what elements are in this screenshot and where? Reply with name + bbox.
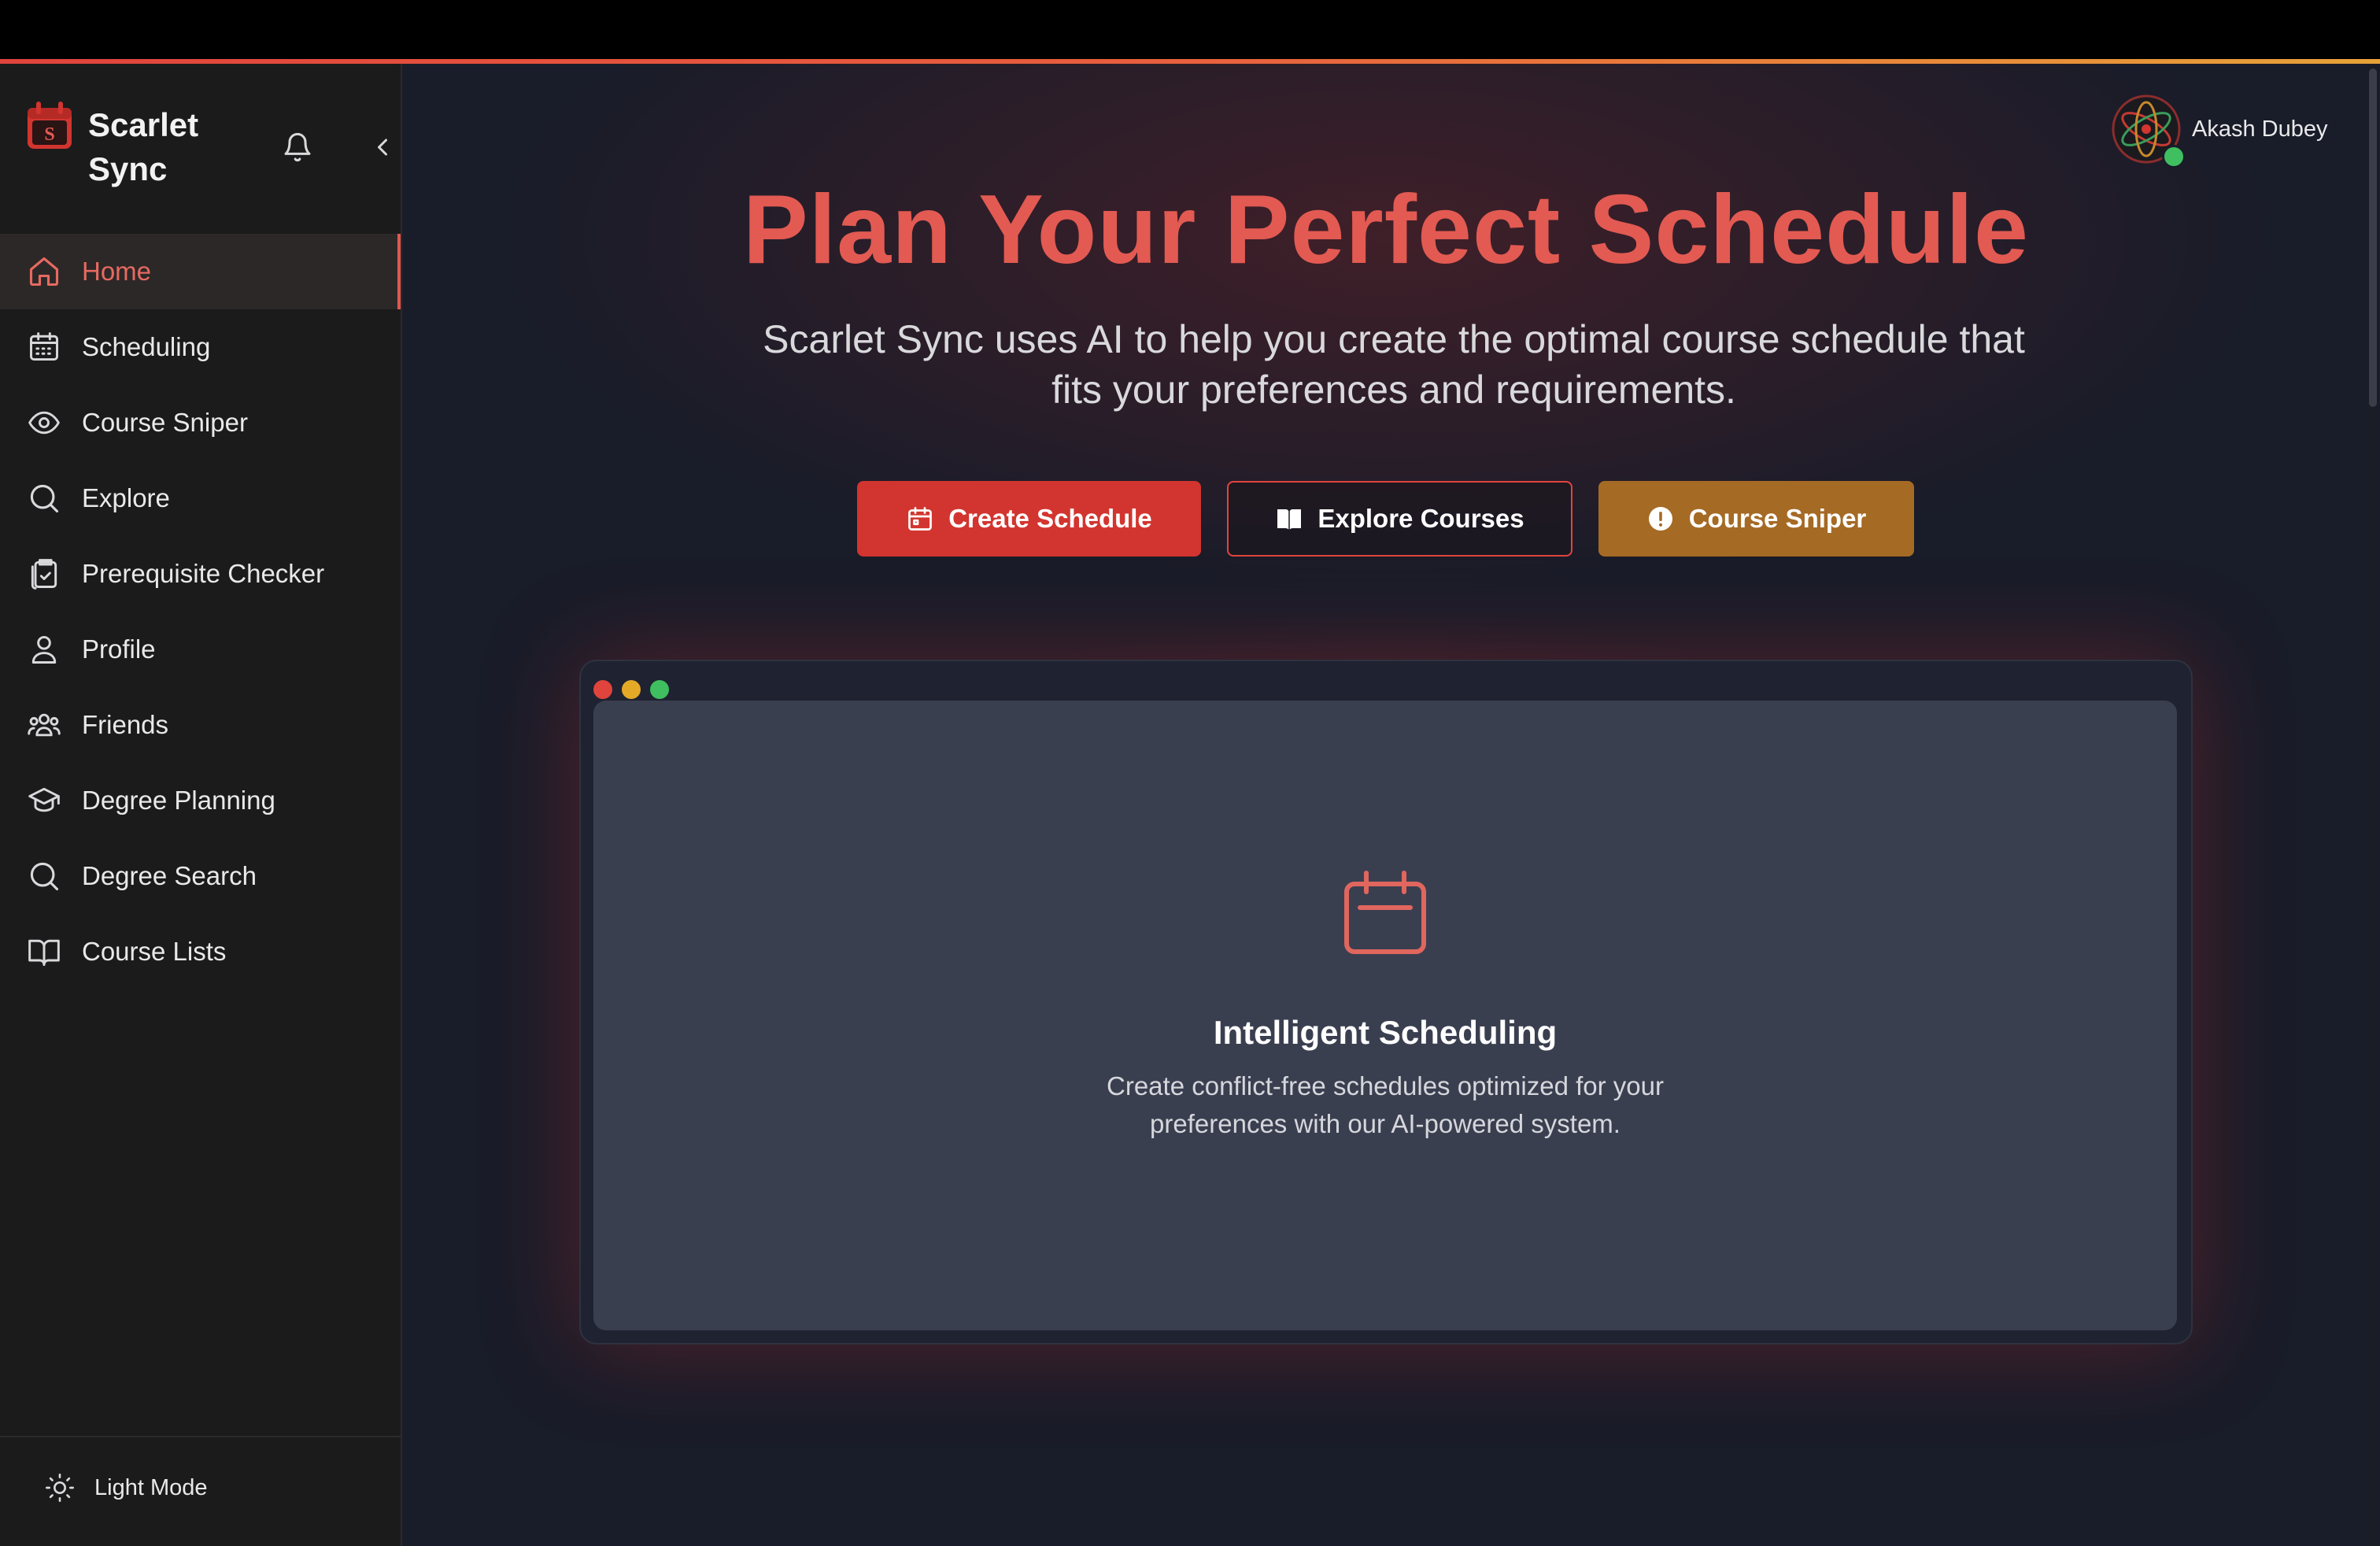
- window-minimize-dot: [622, 680, 641, 699]
- sidebar-item-scheduling[interactable]: Scheduling: [0, 309, 401, 385]
- online-status-dot: [2162, 145, 2186, 168]
- sidebar-item-prerequisite-checker[interactable]: Prerequisite Checker: [0, 536, 401, 612]
- explore-courses-button[interactable]: Explore Courses: [1227, 481, 1572, 557]
- hero-subtitle: Scarlet Sync uses AI to help you create …: [763, 317, 2025, 412]
- top-window-bar: [0, 0, 2380, 59]
- course-sniper-button[interactable]: Course Sniper: [1598, 481, 1914, 557]
- sidebar-item-home[interactable]: Home: [0, 234, 401, 309]
- explore-courses-label: Explore Courses: [1318, 504, 1524, 533]
- main-content: Akash Dubey Plan Your Perfect Schedule S…: [402, 64, 2380, 1546]
- scrollbar-thumb[interactable]: [2369, 68, 2377, 407]
- window-maximize-dot: [650, 680, 669, 699]
- search-icon: [27, 859, 61, 893]
- user-menu[interactable]: Akash Dubey: [2112, 94, 2328, 168]
- create-schedule-label: Create Schedule: [948, 504, 1152, 533]
- sidebar-item-label: Explore: [82, 483, 170, 512]
- app-name: Scarlet Sync: [88, 106, 199, 187]
- sidebar-item-degree-planning[interactable]: Degree Planning: [0, 763, 401, 838]
- window-close-dot: [593, 680, 612, 699]
- course-sniper-label: Course Sniper: [1688, 504, 1867, 533]
- home-icon: [27, 254, 61, 289]
- sidebar-item-profile[interactable]: Profile: [0, 612, 401, 687]
- sidebar-item-course-lists[interactable]: Course Lists: [0, 914, 401, 989]
- sidebar-item-friends[interactable]: Friends: [0, 687, 401, 763]
- book-open-icon: [27, 934, 61, 969]
- page-title: Plan Your Perfect Schedule: [743, 176, 2029, 284]
- scrollbar[interactable]: [2367, 64, 2378, 1546]
- notifications-button[interactable]: [275, 125, 320, 169]
- sidebar-item-label: Degree Search: [82, 861, 257, 890]
- feature-description: Create conflict-free schedules optimized…: [1107, 1071, 1664, 1138]
- calendar-icon: [27, 330, 61, 364]
- chevron-left-icon: [378, 139, 387, 156]
- sidebar-item-label: Degree Planning: [82, 786, 275, 815]
- avatar: [2112, 94, 2186, 168]
- sidebar-item-degree-search[interactable]: Degree Search: [0, 838, 401, 914]
- user-name: Akash Dubey: [2192, 116, 2328, 142]
- sidebar-item-label: Course Sniper: [82, 408, 248, 437]
- sidebar-item-label: Profile: [82, 634, 156, 664]
- collapse-sidebar-button[interactable]: [360, 125, 405, 169]
- logo-letter: S: [44, 124, 54, 145]
- feature-preview-window: Intelligent Scheduling Create conflict-f…: [579, 660, 2193, 1344]
- user-icon: [27, 632, 61, 667]
- sun-icon: [46, 1474, 74, 1502]
- brand[interactable]: S Scarlet Sync: [25, 86, 395, 187]
- app-shell: S Scarlet Sync Home Scheduling Course Sn…: [0, 64, 2380, 1546]
- sidebar-nav: Home Scheduling Course Sniper Explore Pr…: [0, 234, 401, 989]
- sidebar: S Scarlet Sync Home Scheduling Course Sn…: [0, 64, 402, 1546]
- search-icon: [27, 481, 61, 516]
- sidebar-item-explore[interactable]: Explore: [0, 460, 401, 536]
- sidebar-item-label: Prerequisite Checker: [82, 559, 325, 588]
- feature-title: Intelligent Scheduling: [1213, 1014, 1558, 1051]
- sidebar-item-label: Course Lists: [82, 937, 227, 966]
- alert-circle-icon: [1648, 507, 1672, 531]
- sidebar-item-label: Home: [82, 257, 152, 286]
- calendar-icon: [908, 507, 933, 531]
- sidebar-item-course-sniper[interactable]: Course Sniper: [0, 385, 401, 460]
- sidebar-footer: Light Mode: [0, 1436, 401, 1546]
- graduation-cap-icon: [27, 783, 61, 818]
- feature-card: Intelligent Scheduling Create conflict-f…: [593, 701, 2177, 1330]
- eye-icon: [27, 405, 61, 440]
- clipboard-check-icon: [27, 557, 61, 591]
- bell-icon: [284, 132, 311, 162]
- create-schedule-button[interactable]: Create Schedule: [857, 481, 1201, 557]
- users-icon: [27, 708, 61, 742]
- sidebar-item-label: Friends: [82, 710, 169, 739]
- calendar-logo-icon: S: [28, 102, 72, 149]
- calendar-icon: [1344, 871, 1426, 954]
- light-mode-label: Light Mode: [94, 1474, 208, 1500]
- light-mode-toggle[interactable]: Light Mode: [44, 1472, 208, 1503]
- book-open-icon: [1277, 509, 1302, 530]
- sidebar-item-label: Scheduling: [82, 332, 211, 361]
